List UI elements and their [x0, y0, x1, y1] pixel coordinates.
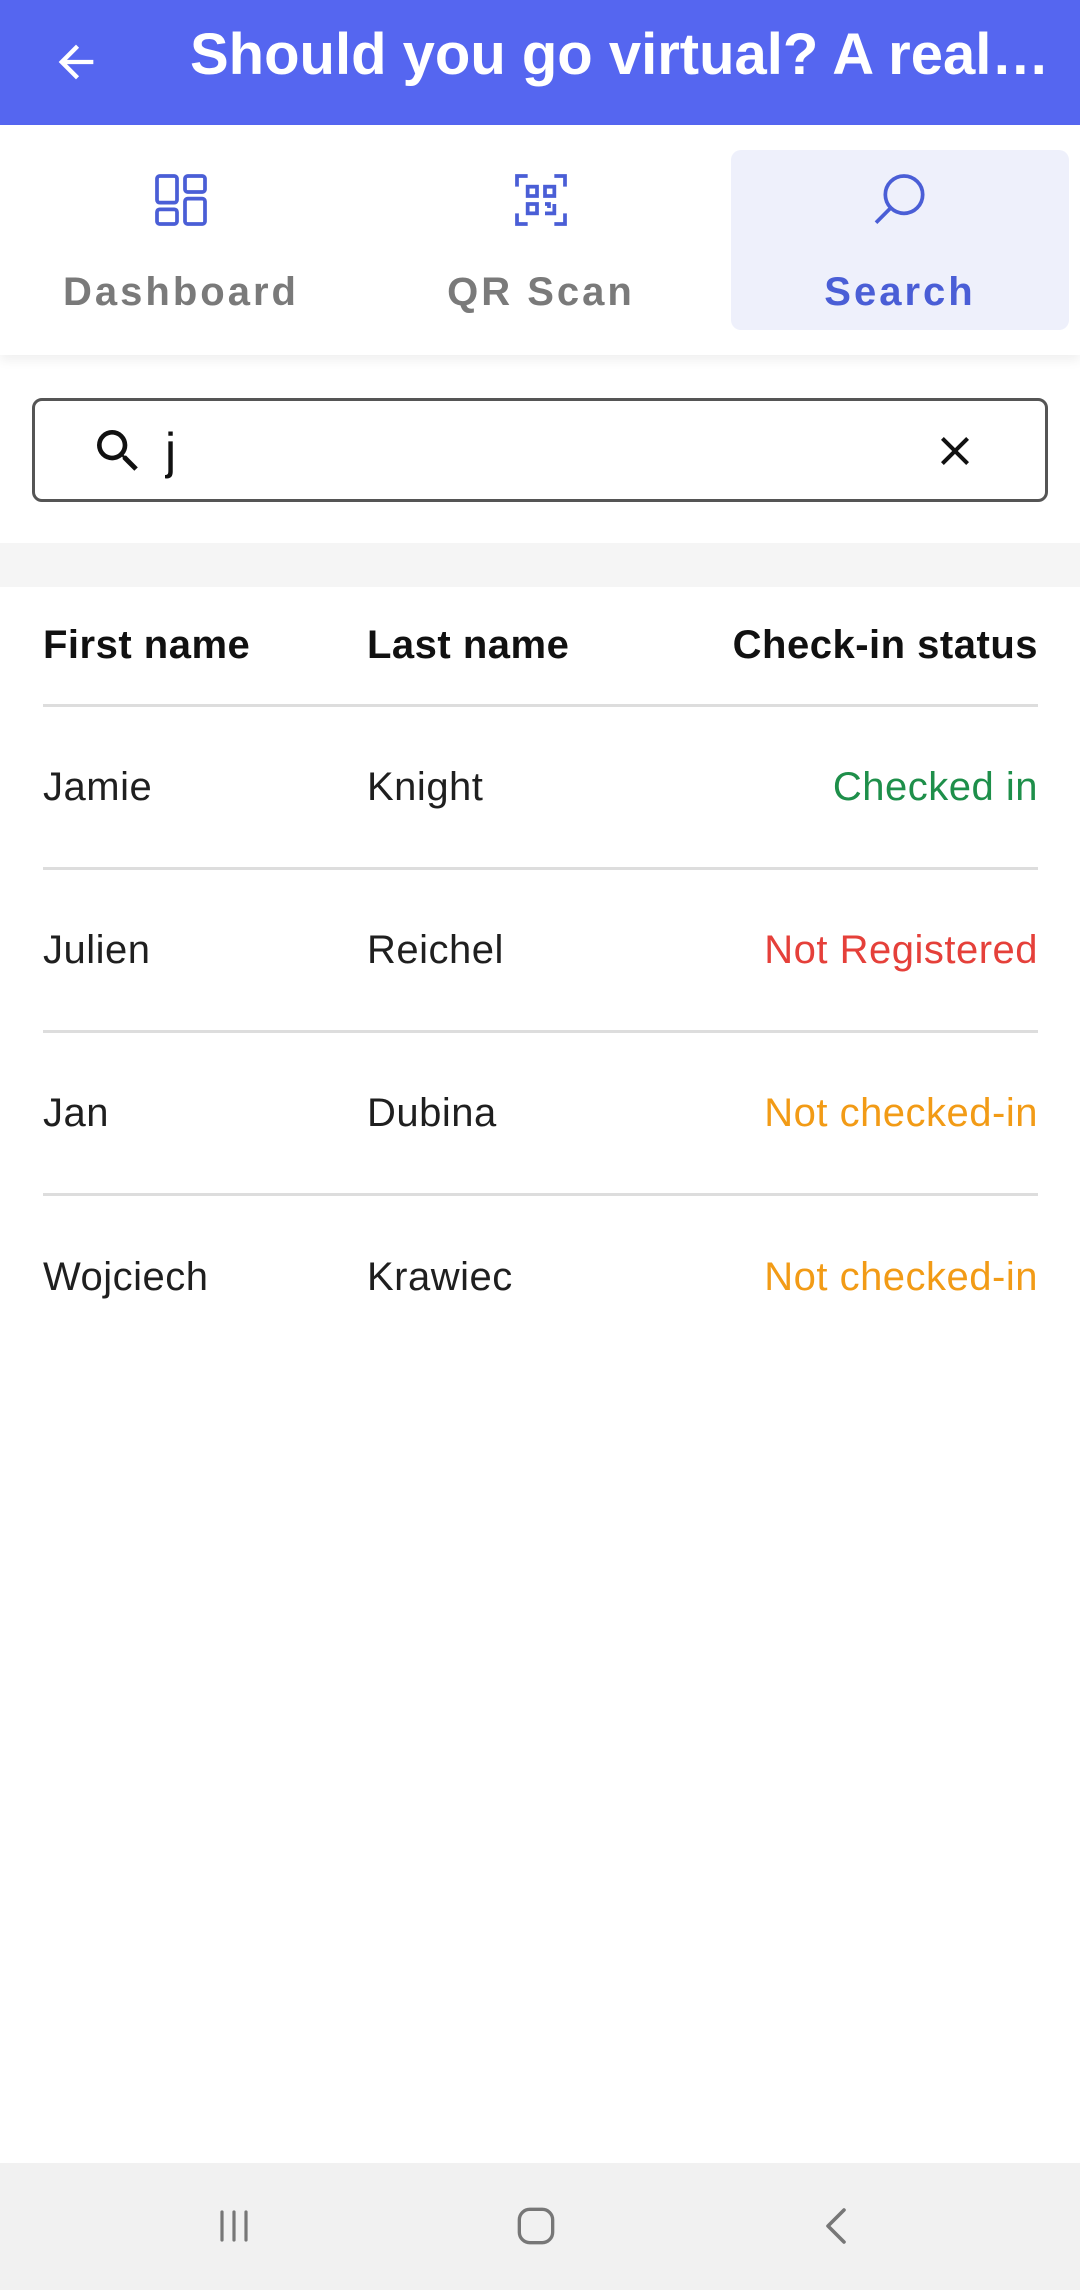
- tab-dashboard[interactable]: Dashboard: [12, 150, 350, 330]
- back-chevron-icon: [826, 2208, 846, 2244]
- first-name-cell: Julien: [43, 927, 151, 972]
- back-button[interactable]: [36, 22, 116, 102]
- tab-label: Search: [824, 270, 976, 314]
- system-back-button[interactable]: [798, 2186, 878, 2266]
- system-nav-bar: [0, 2163, 1080, 2290]
- tab-search[interactable]: Search: [731, 150, 1069, 330]
- last-name-cell: Knight: [367, 764, 484, 809]
- last-name-cell: Krawiec: [367, 1255, 513, 1299]
- search-icon: [874, 174, 925, 224]
- dashboard-grid-icon: [155, 174, 207, 226]
- last-name-cell: Reichel: [367, 927, 504, 972]
- table-row[interactable]: Julien Reichel Not Registered: [43, 870, 1038, 1033]
- recent-apps-icon: [220, 2210, 248, 2242]
- column-header-first-name[interactable]: First name: [43, 587, 250, 704]
- first-name-cell: Jan: [43, 1090, 109, 1135]
- arrow-left-icon: [58, 44, 94, 80]
- tab-label: QR Scan: [447, 270, 635, 314]
- search-field[interactable]: [32, 398, 1048, 502]
- recent-apps-button[interactable]: [194, 2186, 274, 2266]
- home-button[interactable]: [496, 2186, 576, 2266]
- results-table: First name Last name Check-in status Jam…: [43, 587, 1038, 1359]
- column-header-check-in-status[interactable]: Check-in status: [733, 587, 1038, 704]
- table-row[interactable]: Jamie Knight Checked in: [43, 707, 1038, 870]
- status-cell: Not Registered: [764, 927, 1038, 972]
- home-icon: [517, 2207, 555, 2245]
- table-row[interactable]: Wojciech Krawiec Not checked-in: [43, 1196, 1038, 1359]
- status-cell: Not checked-in: [764, 1090, 1038, 1135]
- last-name-cell: Dubina: [367, 1090, 497, 1135]
- qr-code-icon: [515, 174, 567, 226]
- tab-bar: Dashboard QR Scan Search: [0, 125, 1080, 355]
- section-divider: [0, 543, 1080, 587]
- clear-search-button[interactable]: [925, 421, 985, 481]
- tab-label: Dashboard: [63, 270, 299, 314]
- table-header: First name Last name Check-in status: [43, 587, 1038, 707]
- tab-qr-scan[interactable]: QR Scan: [372, 150, 710, 330]
- close-icon: [941, 437, 969, 465]
- page-title: Should you go virtual? A reality check: [190, 22, 1050, 87]
- first-name-cell: Wojciech: [43, 1255, 209, 1299]
- table-row[interactable]: Jan Dubina Not checked-in: [43, 1033, 1038, 1196]
- app-bar: Should you go virtual? A reality check: [0, 0, 1080, 125]
- first-name-cell: Jamie: [43, 764, 153, 809]
- search-input[interactable]: [165, 413, 865, 489]
- status-cell: Not checked-in: [764, 1255, 1038, 1299]
- status-cell: Checked in: [832, 764, 1038, 809]
- search-icon: [97, 430, 138, 471]
- column-header-last-name[interactable]: Last name: [367, 587, 569, 704]
